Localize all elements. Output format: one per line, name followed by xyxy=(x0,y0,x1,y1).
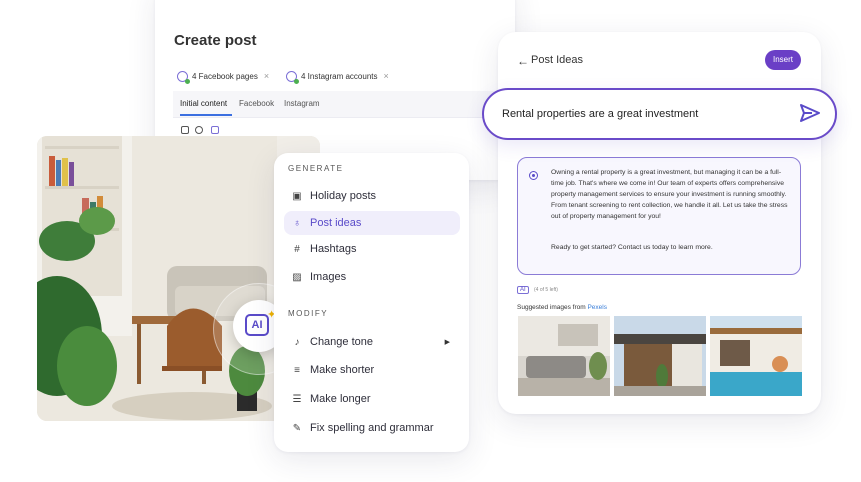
menu-item-label: Post ideas xyxy=(310,217,362,229)
menu-item-label: Hashtags xyxy=(310,243,357,255)
menu-item-hashtags[interactable]: # Hashtags xyxy=(284,237,460,261)
prompt-text: Rental properties are a great investment xyxy=(502,108,699,120)
chevron-right-icon: ▶ xyxy=(444,339,450,346)
insert-button[interactable]: Insert xyxy=(765,50,801,70)
camera-icon[interactable] xyxy=(181,126,189,134)
answer-text: Owning a rental property is a great inve… xyxy=(551,169,788,220)
shorten-icon: ≡ xyxy=(294,364,300,376)
instagram-accounts-chip[interactable]: 4 Instagram accounts × xyxy=(286,67,389,85)
menu-item-label: Images xyxy=(310,271,347,283)
chip-label: 4 Facebook pages xyxy=(192,71,258,81)
generation-count: (4 of 5 left) xyxy=(534,287,558,293)
modify-section-title: MODIFY xyxy=(288,309,329,318)
suggested-image-3[interactable] xyxy=(710,316,802,396)
menu-item-make-longer[interactable]: ☰ Make longer xyxy=(284,387,460,411)
pexels-link[interactable]: Pexels xyxy=(587,304,607,311)
menu-item-label: Fix spelling and grammar xyxy=(310,422,434,434)
tab-instagram[interactable]: Instagram xyxy=(284,99,320,108)
tab-facebook[interactable]: Facebook xyxy=(239,99,274,108)
send-icon[interactable] xyxy=(800,104,820,122)
generated-answer-card[interactable]: Owning a rental property is a great inve… xyxy=(517,157,801,275)
menu-item-fix-spelling[interactable]: ✎ Fix spelling and grammar xyxy=(284,416,460,440)
answer-cta: Ready to get started? Contact us today t… xyxy=(551,244,713,251)
tone-icon: ♪ xyxy=(294,336,300,348)
suggested-image-2[interactable] xyxy=(614,316,706,396)
menu-item-label: Holiday posts xyxy=(310,190,377,202)
post-ideas-title: Post Ideas xyxy=(531,54,583,66)
image-icon: ▨ xyxy=(292,271,302,283)
tab-initial-content[interactable]: Initial content xyxy=(180,99,227,108)
content-tabs: Initial content Facebook Instagram xyxy=(173,91,515,118)
menu-item-holiday-posts[interactable]: ▣ Holiday posts xyxy=(284,184,460,208)
close-icon[interactable]: × xyxy=(383,71,388,81)
ai-badge-label: AI xyxy=(245,314,269,336)
menu-item-make-shorter[interactable]: ≡ Make shorter xyxy=(284,358,460,382)
suggested-image-1[interactable] xyxy=(518,316,610,396)
facebook-account-icon xyxy=(177,70,190,84)
select-radio[interactable] xyxy=(529,171,538,180)
calendar-icon: ▣ xyxy=(292,190,302,202)
menu-item-images[interactable]: ▨ Images xyxy=(284,265,460,289)
create-post-title: Create post xyxy=(174,32,257,49)
ai-icon[interactable] xyxy=(211,126,219,134)
instagram-account-icon xyxy=(286,70,299,84)
menu-item-label: Change tone xyxy=(310,336,373,348)
facebook-pages-chip[interactable]: 4 Facebook pages × xyxy=(177,67,269,85)
menu-item-post-ideas[interactable]: ♁ Post ideas xyxy=(284,211,460,235)
prompt-input[interactable]: Rental properties are a great investment xyxy=(482,88,837,140)
hashtag-icon: # xyxy=(294,243,300,255)
menu-item-label: Make longer xyxy=(310,393,371,405)
ai-actions-menu: GENERATE ▣ Holiday posts ♁ Post ideas # … xyxy=(274,153,469,452)
emoji-icon[interactable] xyxy=(195,126,203,134)
close-icon[interactable]: × xyxy=(264,71,269,81)
menu-item-change-tone[interactable]: ♪ Change tone ▶ xyxy=(284,330,460,354)
menu-item-label: Make shorter xyxy=(310,364,375,376)
back-arrow-icon[interactable]: ← xyxy=(517,54,529,68)
lightbulb-icon: ♁ xyxy=(293,217,301,229)
suggested-prefix: Suggested images from xyxy=(517,304,588,311)
suggested-images-label: Suggested images from Pexels xyxy=(517,304,607,311)
spellcheck-icon: ✎ xyxy=(292,422,302,434)
lengthen-icon: ☰ xyxy=(292,393,302,405)
active-tab-indicator xyxy=(180,114,232,116)
ai-tag: AI xyxy=(517,286,529,294)
generate-section-title: GENERATE xyxy=(288,164,344,173)
chip-label: 4 Instagram accounts xyxy=(301,71,378,81)
